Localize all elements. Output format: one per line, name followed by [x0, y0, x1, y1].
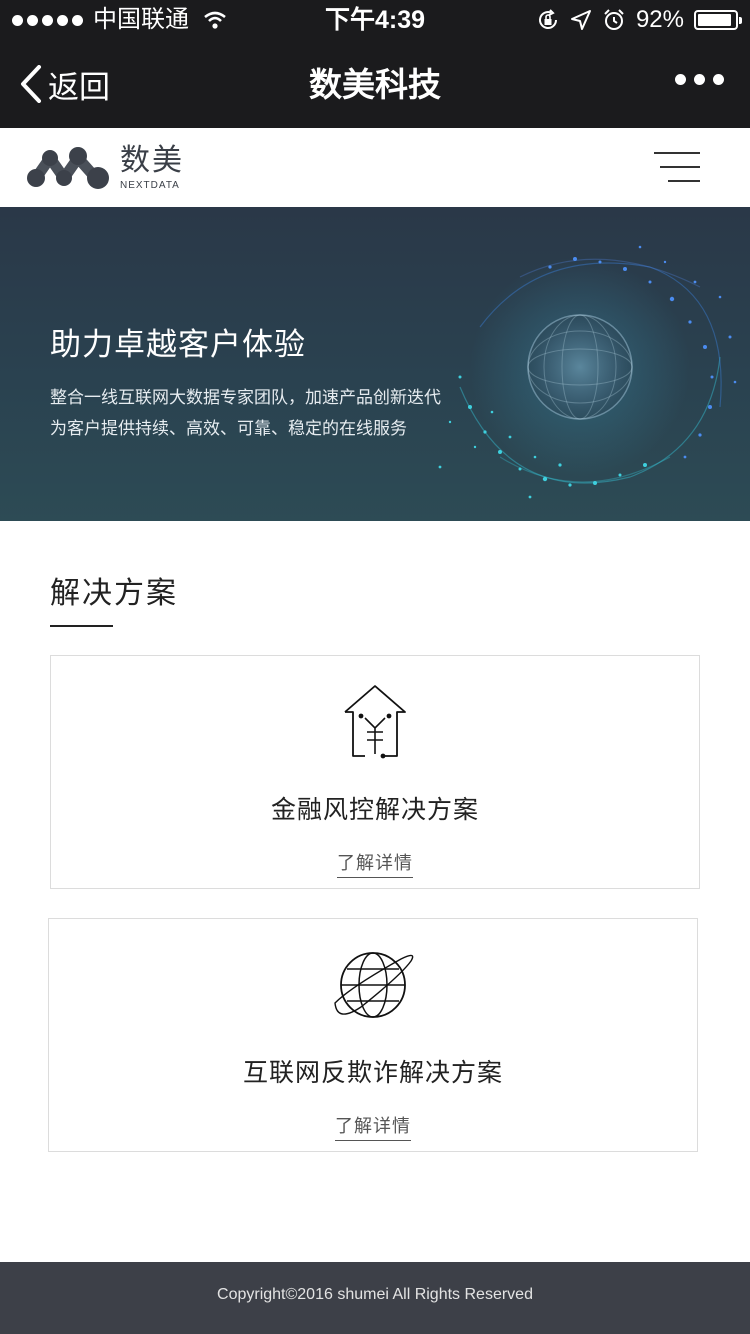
more-dots-icon[interactable] [675, 74, 724, 85]
logo-cn: 数美 [120, 142, 184, 178]
house-yen-icon [344, 685, 406, 759]
data-globe-illustration [438, 245, 737, 499]
battery-icon [694, 10, 742, 30]
site-header: 数美 NEXTDATA [0, 128, 750, 208]
hero-title: 助力卓越客户体验 [50, 327, 306, 363]
globe-orbit-icon [334, 952, 414, 1018]
status-right: 92% [536, 6, 742, 34]
nav-bar: 返回 数美科技 [0, 40, 750, 128]
solutions-heading: 解决方案 [50, 576, 178, 611]
nav-title: 数美科技 [309, 65, 441, 104]
hero-desc-line-2: 为客户提供持续、高效、可靠、稳定的在线服务 [50, 419, 407, 439]
orientation-lock-icon [538, 9, 557, 29]
learn-more-link[interactable]: 了解详情 [337, 849, 413, 878]
learn-more-link[interactable]: 了解详情 [335, 1112, 411, 1141]
logo-en: NEXTDATA [120, 179, 180, 191]
copyright-text: Copyright©2016 shumei All Rights Reserve… [217, 1286, 533, 1303]
battery-fill [698, 14, 731, 26]
nextdata-logo-icon [27, 147, 109, 189]
battery-percent: 92% [635, 6, 684, 33]
status-bar: 中国联通 下午4:39 92% [0, 0, 750, 40]
alarm-icon [604, 9, 624, 30]
location-arrow-icon [570, 10, 591, 30]
hamburger-menu-icon[interactable] [654, 152, 702, 186]
hero-desc-line-1: 整合一线互联网大数据专家团队，加速产品创新迭代 [50, 388, 441, 408]
solution-card-finance[interactable]: 金融风控解决方案 了解详情 [50, 655, 700, 889]
logo[interactable]: 数美 NEXTDATA [24, 142, 184, 192]
solution-card-antifraud[interactable]: 互联网反欺诈解决方案 了解详情 [48, 918, 698, 1152]
hero-description: 整合一线互联网大数据专家团队，加速产品创新迭代 为客户提供持续、高效、可靠、稳定… [50, 383, 441, 445]
logo-text: 数美 NEXTDATA [120, 142, 184, 191]
card-title: 金融风控解决方案 [270, 795, 479, 824]
footer: Copyright©2016 shumei All Rights Reserve… [0, 1262, 750, 1334]
heading-underline [50, 625, 113, 627]
hero-banner: 助力卓越客户体验 整合一线互联网大数据专家团队，加速产品创新迭代 为客户提供持续… [0, 207, 750, 521]
card-title: 互联网反欺诈解决方案 [242, 1058, 503, 1087]
